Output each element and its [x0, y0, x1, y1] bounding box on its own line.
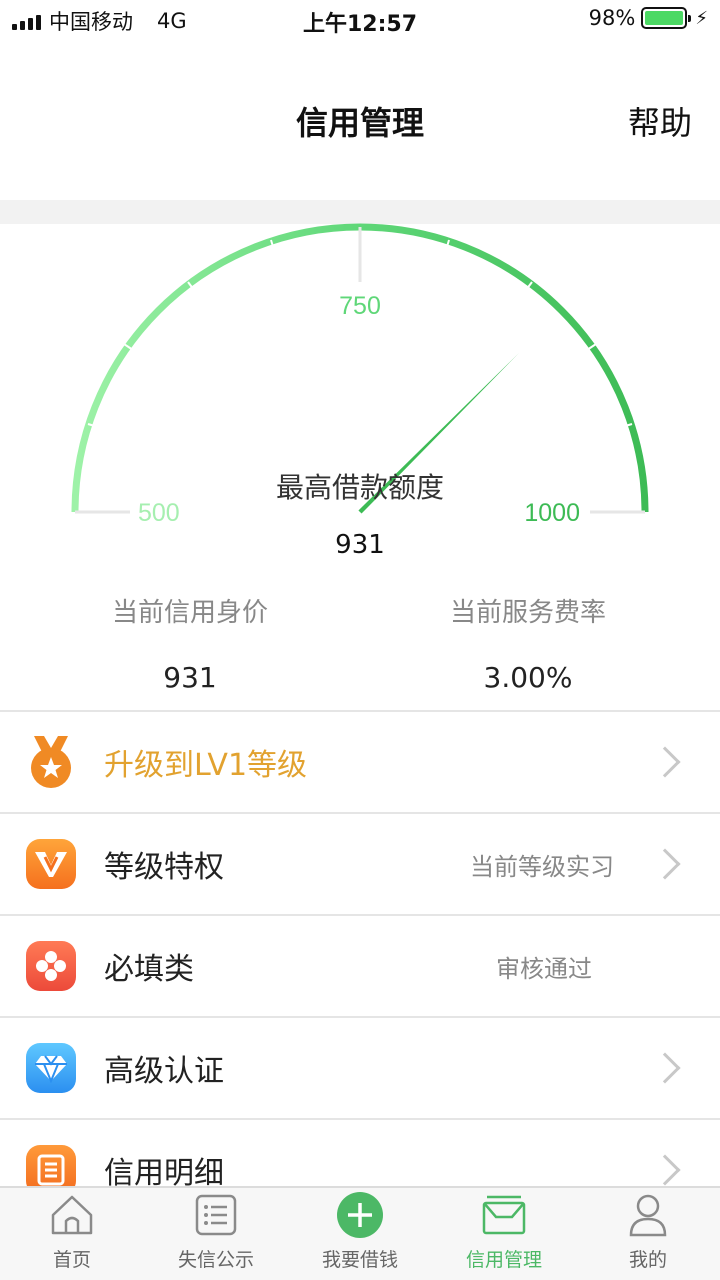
fee-rate-value: 3.00% [483, 661, 573, 694]
credit-worth-stat: 当前信用身价 931 [10, 592, 370, 694]
tab-dishonesty-notice[interactable]: 失信公示 [144, 1188, 288, 1280]
medal-icon [26, 736, 76, 788]
chevron-right-icon [649, 746, 681, 778]
credit-worth-value: 931 [163, 661, 217, 694]
list-icon [192, 1191, 240, 1239]
vip-v-icon [26, 839, 76, 889]
fee-rate-stat: 当前服务费率 3.00% [348, 592, 708, 694]
nav-bar: 信用管理 帮助 [0, 40, 720, 200]
battery-icon [641, 7, 692, 29]
list-item-level-privileges[interactable]: 等级特权 当前等级实习 [0, 814, 720, 916]
help-button[interactable]: 帮助 [628, 98, 692, 144]
fee-rate-label: 当前服务费率 [449, 598, 606, 628]
clover-icon [26, 941, 76, 991]
tab-label: 首页 [52, 1249, 91, 1271]
credit-menu-list: 升级到LV1等级 等级特权 当前等级实习 必填类 审核通过 高级认证 信用明细 [0, 710, 720, 1222]
chevron-right-icon [649, 1154, 681, 1186]
list-item-advanced-auth[interactable]: 高级认证 [0, 1018, 720, 1120]
tab-credit-management[interactable]: 信用管理 [432, 1188, 576, 1280]
inbox-icon [480, 1191, 528, 1239]
tab-label: 信用管理 [465, 1249, 542, 1271]
plus-circle-icon [336, 1191, 384, 1239]
list-item-status: 审核通过 [496, 954, 592, 983]
list-item-status: 当前等级实习 [470, 852, 614, 881]
tab-label: 失信公示 [177, 1249, 254, 1271]
home-icon [48, 1191, 96, 1239]
gauge-label-750: 750 [339, 292, 381, 320]
gauge-value: 931 [335, 530, 385, 560]
gauge-caption: 最高借款额度 [275, 471, 444, 504]
status-bar: 中国移动 4G 上午12:57 98% ⚡ [0, 0, 720, 40]
battery-percent: 98% [588, 6, 636, 30]
list-item-label: 高级认证 [104, 1054, 224, 1089]
tab-label: 我的 [628, 1249, 667, 1271]
tab-borrow[interactable]: 我要借钱 [288, 1188, 432, 1280]
bottom-tab-bar: 首页 失信公示 我要借钱 信用管理 我的 [0, 1186, 720, 1280]
page-title: 信用管理 [295, 104, 424, 142]
charging-icon: ⚡ [695, 7, 708, 29]
credit-management-screen: 中国移动 4G 上午12:57 98% ⚡ 信用管理 帮助 750 500 10… [0, 0, 720, 1280]
list-item-required[interactable]: 必填类 审核通过 [0, 916, 720, 1018]
chevron-right-icon [649, 1052, 681, 1084]
gauge-minor-ticks [87, 239, 633, 428]
list-item-label: 必填类 [104, 952, 194, 987]
diamond-icon [26, 1043, 76, 1093]
tab-mine[interactable]: 我的 [576, 1188, 720, 1280]
list-item-upgrade-level[interactable]: 升级到LV1等级 [0, 712, 720, 814]
tab-label: 我要借钱 [321, 1249, 398, 1271]
user-icon [624, 1191, 672, 1239]
list-item-label: 等级特权 [104, 850, 224, 885]
section-divider [0, 200, 720, 224]
credit-worth-label: 当前信用身价 [111, 598, 268, 628]
tab-home[interactable]: 首页 [0, 1188, 144, 1280]
list-item-label: 升级到LV1等级 [104, 748, 308, 783]
chevron-right-icon [649, 848, 681, 880]
